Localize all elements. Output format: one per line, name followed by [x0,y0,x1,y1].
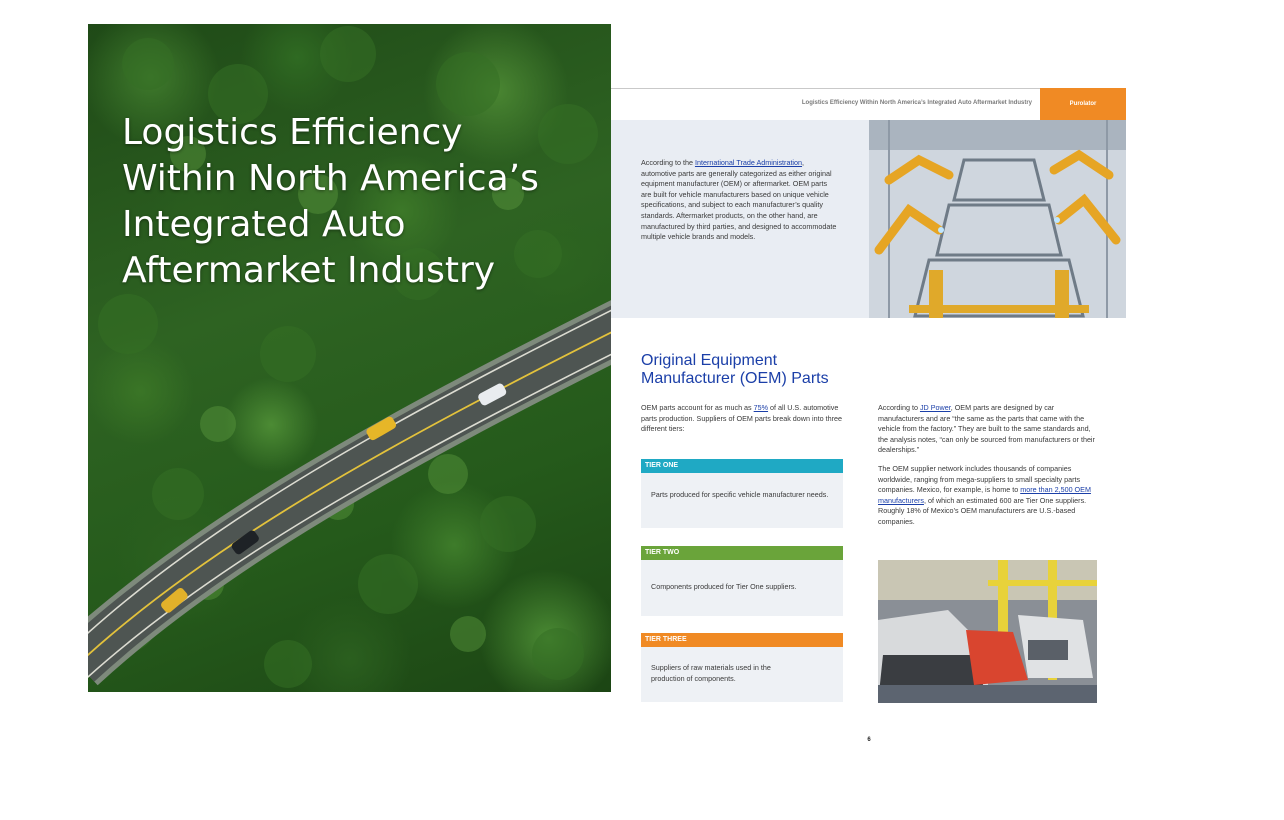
tier-one-text: Parts produced for specific vehicle manu… [641,473,843,528]
right-column: According to JD Power, OEM parts are des… [878,403,1100,536]
intro-text-before: According to the [641,158,695,167]
cover-title-line: Integrated Auto [122,204,406,245]
section-heading-line: Manufacturer (OEM) Parts [641,370,829,387]
tier-two-text: Components produced for Tier One supplie… [641,560,843,616]
intro-paragraph: According to the International Trade Adm… [641,158,837,243]
jd-power-link[interactable]: JD Power [920,403,951,412]
brand-tab: Purolator [1040,88,1126,120]
ita-link[interactable]: International Trade Administration [695,158,802,167]
tier-two-label: TIER TWO [641,546,843,560]
jd-text-before: According to [878,403,920,412]
cover-title-line: Within North America’s [122,158,539,199]
tier-one-label: TIER ONE [641,459,843,473]
tier-three-text: Suppliers of raw materials used in the p… [641,647,843,702]
page-number: 6 [867,737,871,743]
cover-title-line: Aftermarket Industry [122,250,496,291]
supplier-network-paragraph: The OEM supplier network includes thousa… [878,464,1100,528]
jd-power-paragraph: According to JD Power, OEM parts are des… [878,403,1100,456]
cover-title-line: Logistics Efficiency [122,112,463,153]
intro-text-after: , automotive parts are generally categor… [641,158,837,242]
robot-assembly-photo [869,120,1126,318]
oem-text-before: OEM parts account for as much as [641,403,754,412]
tier-two-box: TIER TWO Components produced for Tier On… [641,546,843,616]
section-heading: Original Equipment Manufacturer (OEM) Pa… [641,352,871,388]
tier-one-box: TIER ONE Parts produced for specific veh… [641,459,843,528]
intro-panel: According to the International Trade Adm… [611,120,869,318]
car-factory-photo [878,560,1097,703]
cover-title: Logistics Efficiency Within North Americ… [122,110,592,294]
oem-intro-paragraph: OEM parts account for as much as 75% of … [641,403,846,435]
tier-three-label: TIER THREE [641,633,843,647]
running-header: Logistics Efficiency Within North Americ… [801,100,1032,106]
cover-page: Logistics Efficiency Within North Americ… [88,24,611,692]
section-heading-line: Original Equipment [641,352,778,369]
inner-page: Logistics Efficiency Within North Americ… [611,88,1126,768]
tier-three-box: TIER THREE Suppliers of raw materials us… [641,633,843,702]
percent-link[interactable]: 75% [754,403,768,412]
